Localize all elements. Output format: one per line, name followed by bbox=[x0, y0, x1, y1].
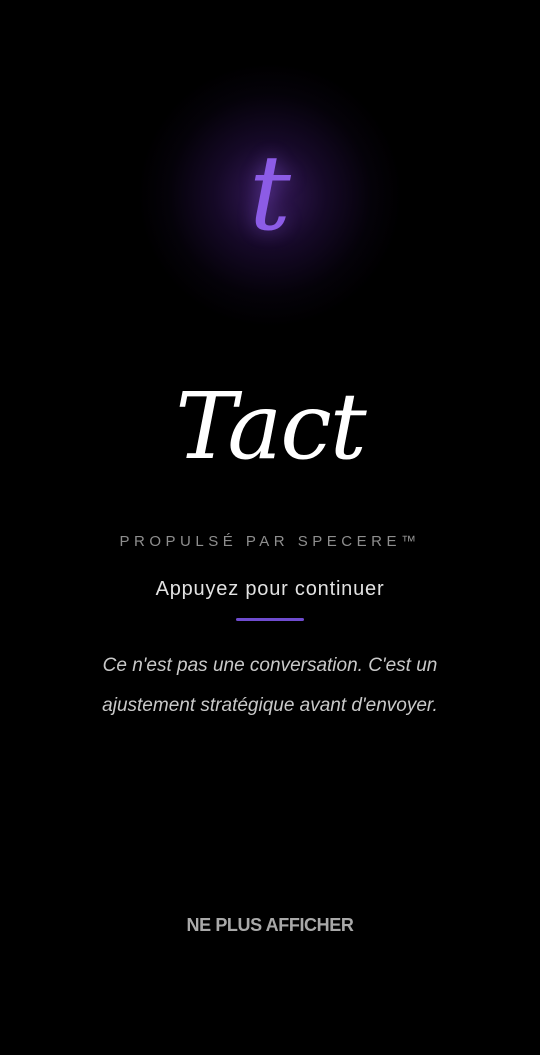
app-wordmark: Tact bbox=[175, 373, 367, 480]
accent-divider bbox=[236, 618, 304, 621]
tact-logo-icon: t bbox=[249, 132, 291, 254]
dont-show-again-button[interactable]: NE PLUS AFFICHER bbox=[0, 913, 540, 937]
tagline-line-1: Ce n'est pas une conversation. C'est un bbox=[102, 655, 438, 676]
powered-by-label: PROPULSÉ PAR SPECERE™ bbox=[119, 533, 421, 550]
tap-to-continue-button[interactable]: Appuyez pour continuer bbox=[0, 576, 540, 602]
splash-screen[interactable]: t Tact PROPULSÉ PAR SPECERE™ Appuyez pou… bbox=[0, 0, 540, 1055]
tagline-line-2: ajustement stratégique avant d'envoyer. bbox=[102, 695, 438, 716]
tagline: Ce n'est pas une conversation. C'est un … bbox=[40, 646, 500, 726]
